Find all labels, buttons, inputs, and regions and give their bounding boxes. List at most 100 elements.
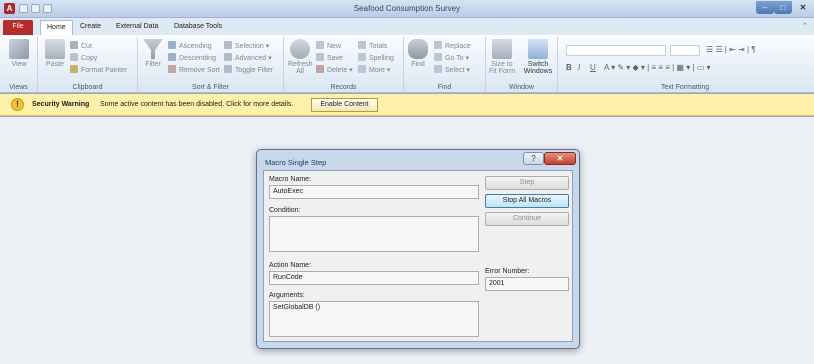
find-group-label: Find — [437, 84, 452, 91]
paste-label: Paste — [46, 61, 64, 68]
refresh-icon — [290, 39, 310, 59]
format-painter-button[interactable]: Format Painter — [70, 65, 127, 74]
tab-file[interactable]: File — [3, 20, 33, 35]
size-to-fit-button[interactable]: Size to Fit Form — [488, 39, 516, 75]
brush-icon — [70, 65, 78, 73]
help-button[interactable]: ? — [523, 152, 544, 165]
sort-descending-icon — [168, 53, 176, 61]
new-record-button[interactable]: New — [316, 41, 341, 50]
italic-button[interactable]: I — [578, 63, 580, 72]
close-window-button[interactable]: ✕ — [792, 1, 814, 14]
records-group-label: Records — [330, 84, 357, 91]
arguments-label: Arguments: — [269, 292, 305, 299]
security-warning-bar: ! Security Warning Some active content h… — [0, 94, 814, 116]
text-formatting-group-label: Text Formatting — [660, 84, 710, 91]
maximize-button[interactable]: □ — [774, 1, 792, 14]
save-icon[interactable] — [19, 4, 28, 13]
title-bar: A Seafood Consumption Survey – □ ✕ — [0, 0, 814, 18]
delete-record-button[interactable]: Delete ▾ — [316, 65, 353, 74]
remove-sort-button[interactable]: Remove Sort — [168, 65, 220, 74]
more-icon — [358, 65, 366, 73]
window-title: Seafood Consumption Survey — [353, 4, 461, 13]
binoculars-icon — [408, 39, 428, 59]
bullets-icon[interactable]: ☰ ☰ | ⇤ ⇥ | ¶ — [706, 45, 756, 54]
macro-name-label: Macro Name: — [269, 176, 312, 183]
stop-all-macros-button[interactable]: Stop All Macros — [485, 194, 569, 208]
copy-button[interactable]: Copy — [70, 53, 97, 62]
error-number-field: 2001 — [485, 277, 569, 291]
window-group: Size to Fit Form Switch Windows Window — [486, 37, 558, 92]
copy-icon — [70, 53, 78, 61]
sort-ascending-button[interactable]: Ascending — [168, 41, 212, 50]
enable-content-button[interactable]: Enable Content — [311, 98, 378, 112]
save-record-icon — [316, 53, 324, 61]
access-app-icon[interactable]: A — [4, 3, 15, 14]
spelling-icon — [358, 53, 366, 61]
sigma-icon — [358, 41, 366, 49]
font-name-combo[interactable] — [566, 45, 666, 56]
dialog-close-button[interactable]: ✕ — [544, 152, 576, 165]
switch-windows-icon — [528, 39, 548, 59]
continue-button[interactable]: Continue — [485, 212, 569, 226]
replace-button[interactable]: Replace — [434, 41, 471, 50]
spelling-button[interactable]: Spelling — [358, 53, 394, 62]
sort-filter-group: Filter Ascending Descending Remove Sort … — [138, 37, 284, 92]
tab-home[interactable]: Home — [40, 20, 73, 35]
paste-button[interactable]: Paste — [44, 39, 66, 68]
advanced-button[interactable]: Advanced ▾ — [224, 53, 272, 62]
condition-field — [269, 216, 479, 252]
step-button[interactable]: Step — [485, 176, 569, 190]
font-size-combo[interactable] — [670, 45, 700, 56]
cut-button[interactable]: Cut — [70, 41, 92, 50]
advanced-filter-icon — [224, 53, 232, 61]
views-group: View Views — [0, 37, 38, 92]
size-to-fit-icon — [492, 39, 512, 59]
toggle-filter-button[interactable]: Toggle Filter — [224, 65, 273, 74]
redo-icon[interactable] — [43, 4, 52, 13]
select-button[interactable]: Select ▾ — [434, 65, 470, 74]
action-name-field: RunCode — [269, 271, 479, 285]
funnel-icon — [143, 39, 163, 59]
font-color-icon[interactable]: A ▾ ✎ ▾ ◆ ▾ | ≡ ≡ ≡ | ▦ ▾ | ▭ ▾ — [604, 63, 711, 72]
replace-icon — [434, 41, 442, 49]
clipboard-group-label: Clipboard — [72, 84, 103, 91]
security-warning-title: Security Warning — [32, 101, 90, 108]
action-name-label: Action Name: — [269, 262, 312, 269]
error-number-label: Error Number: — [485, 268, 530, 275]
new-record-icon — [316, 41, 324, 49]
go-to-button[interactable]: Go To ▾ — [434, 53, 469, 62]
totals-button[interactable]: Totals — [358, 41, 387, 50]
ribbon-tabs: File Home Create External Data Database … — [0, 18, 814, 35]
go-to-icon — [434, 53, 442, 61]
tab-create[interactable]: Create — [74, 20, 107, 35]
selection-button[interactable]: Selection ▾ — [224, 41, 269, 50]
macro-name-field: AutoExec — [269, 185, 479, 199]
text-formatting-group: ☰ ☰ | ⇤ ⇥ | ¶ B I U A ▾ ✎ ▾ ◆ ▾ | ≡ ≡ ≡ … — [558, 37, 812, 92]
tab-external-data[interactable]: External Data — [110, 20, 164, 35]
views-group-label: Views — [9, 84, 28, 91]
minimize-button[interactable]: – — [756, 1, 774, 14]
save-record-button[interactable]: Save — [316, 53, 343, 62]
filter-button[interactable]: Filter — [142, 39, 164, 68]
bold-button[interactable]: B — [566, 63, 572, 72]
more-button[interactable]: More ▾ — [358, 65, 390, 74]
tab-database-tools[interactable]: Database Tools — [168, 20, 228, 35]
sort-descending-button[interactable]: Descending — [168, 53, 216, 62]
security-warning-message[interactable]: Some active content has been disabled. C… — [100, 101, 293, 108]
refresh-all-button[interactable]: Refresh All — [288, 39, 313, 75]
records-group: Refresh All New Save Delete ▾ Totals Spe… — [284, 37, 404, 92]
arguments-field: SetGlobalDB () — [269, 301, 479, 337]
underline-button[interactable]: U — [590, 63, 596, 72]
view-label: View — [11, 61, 27, 68]
condition-label: Condition: — [269, 207, 301, 214]
view-button[interactable]: View — [6, 39, 32, 68]
find-button[interactable]: Find — [408, 39, 428, 68]
switch-windows-button[interactable]: Switch Windows — [522, 39, 554, 75]
toggle-filter-icon — [224, 65, 232, 73]
undo-icon[interactable] — [31, 4, 40, 13]
sort-filter-group-label: Sort & Filter — [192, 84, 229, 91]
help-icon[interactable]: ⌃ — [802, 22, 808, 30]
window-group-label: Window — [509, 84, 534, 91]
view-icon — [9, 39, 29, 59]
delete-icon — [316, 65, 324, 73]
